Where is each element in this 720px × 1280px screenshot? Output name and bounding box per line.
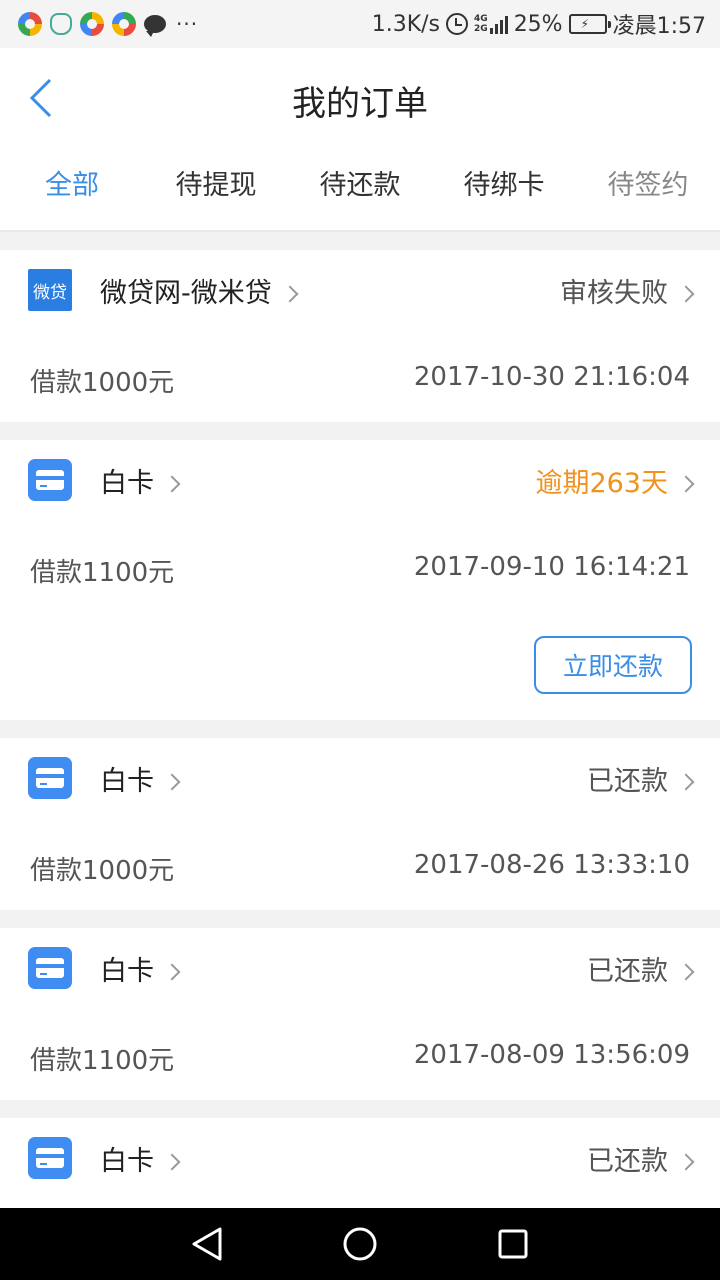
nav-recents-button[interactable] (483, 1214, 543, 1274)
order-card[interactable]: 白卡 逾期263天 借款1100元 2017-09-10 16:14:21 立即… (0, 440, 720, 720)
order-list: 微贷 微贷网-微米贷 审核失败 借款1000元 2017-10-30 21:16… (0, 250, 720, 1280)
status-label: 审核失败 (560, 277, 668, 309)
chevron-right-icon (677, 285, 695, 303)
network-type-secondary: 2G (474, 24, 488, 34)
lender-name: 微贷网-微米贷 (100, 277, 272, 309)
circle-home-icon (343, 1227, 377, 1261)
chevron-right-icon (163, 475, 181, 493)
order-status[interactable]: 已还款 (587, 1139, 695, 1178)
lender-link[interactable]: 白卡 (100, 759, 181, 798)
order-status[interactable]: 已还款 (587, 949, 695, 988)
order-card[interactable]: 白卡 已还款 借款1000元 2017-08-26 13:33:10 (0, 738, 720, 910)
lender-name: 白卡 (100, 467, 154, 499)
battery-percent: 25% (513, 11, 563, 37)
system-nav-bar (0, 1208, 720, 1280)
status-bar: ··· 1.3K/s 4G 2G 25% ⚡ 凌晨1:57 (0, 0, 720, 48)
chevron-right-icon (163, 963, 181, 981)
chevron-right-icon (163, 773, 181, 791)
page-title: 我的订单 (292, 84, 428, 124)
loan-amount: 借款1000元 (30, 856, 175, 886)
lender-name: 白卡 (100, 765, 154, 797)
chevron-right-icon (677, 773, 695, 791)
card-logo-icon (28, 947, 72, 989)
chevron-right-icon (677, 963, 695, 981)
nav-back-button[interactable] (177, 1214, 237, 1274)
app-notification-icon (18, 12, 42, 36)
lender-link[interactable]: 白卡 (100, 1139, 181, 1178)
loan-amount: 借款1000元 (30, 368, 175, 398)
loan-amount: 借款1100元 (30, 558, 175, 588)
chevron-right-icon (677, 475, 695, 493)
clock: 凌晨1:57 (612, 14, 706, 39)
nav-home-button[interactable] (330, 1214, 390, 1274)
order-datetime: 2017-08-09 13:56:09 (413, 1040, 690, 1070)
lender-name: 白卡 (100, 1145, 154, 1177)
chat-notification-icon (144, 15, 166, 37)
battery-icon: ⚡ (568, 14, 611, 34)
more-notifications-icon: ··· (176, 12, 199, 36)
lender-link[interactable]: 微贷网-微米贷 (100, 271, 299, 310)
tab-pending-signing[interactable]: 待签约 (576, 150, 720, 230)
notification-icons: ··· (18, 12, 199, 37)
card-logo-icon (28, 757, 72, 799)
status-label: 已还款 (587, 955, 668, 987)
repay-now-button[interactable]: 立即还款 (534, 636, 692, 694)
app-notification-icon (112, 12, 136, 36)
card-logo-icon (28, 459, 72, 501)
app-header: 我的订单 (0, 48, 720, 150)
tab-all[interactable]: 全部 (0, 150, 144, 230)
signal-icon: 4G 2G (474, 14, 508, 34)
loan-amount: 借款1100元 (30, 1046, 175, 1076)
lender-name: 白卡 (100, 955, 154, 987)
lender-link[interactable]: 白卡 (100, 461, 181, 500)
order-status[interactable]: 逾期263天 (535, 461, 695, 500)
network-speed: 1.3K/s (371, 11, 441, 37)
order-datetime: 2017-09-10 16:14:21 (413, 552, 690, 582)
order-card[interactable]: 白卡 已还款 借款1100元 2017-08-09 13:56:09 (0, 928, 720, 1100)
lender-link[interactable]: 白卡 (100, 949, 181, 988)
triangle-back-icon (192, 1227, 222, 1261)
order-datetime: 2017-08-26 13:33:10 (413, 850, 690, 880)
status-label: 已还款 (587, 1145, 668, 1177)
tab-pending-card-binding[interactable]: 待绑卡 (432, 150, 576, 230)
network-type: 4G (474, 14, 488, 24)
chevron-right-icon (677, 1153, 695, 1171)
square-recents-icon (498, 1229, 528, 1259)
weidai-logo: 微贷 (28, 269, 72, 311)
app-notification-icon (80, 12, 104, 36)
order-datetime: 2017-10-30 21:16:04 (413, 362, 690, 392)
tab-pending-withdrawal[interactable]: 待提现 (144, 150, 288, 230)
alarm-icon (446, 13, 469, 35)
status-label: 已还款 (587, 765, 668, 797)
order-card[interactable]: 微贷 微贷网-微米贷 审核失败 借款1000元 2017-10-30 21:16… (0, 250, 720, 422)
status-label: 逾期263天 (535, 467, 668, 499)
tab-pending-repayment[interactable]: 待还款 (288, 150, 432, 230)
chevron-right-icon (163, 1153, 181, 1171)
chevron-right-icon (281, 285, 299, 303)
card-logo-icon (28, 1137, 72, 1179)
order-status[interactable]: 审核失败 (560, 271, 695, 310)
bell-notification-icon (50, 13, 72, 35)
order-status[interactable]: 已还款 (587, 759, 695, 798)
order-tabs: 全部 待提现 待还款 待绑卡 待签约 (0, 150, 720, 232)
